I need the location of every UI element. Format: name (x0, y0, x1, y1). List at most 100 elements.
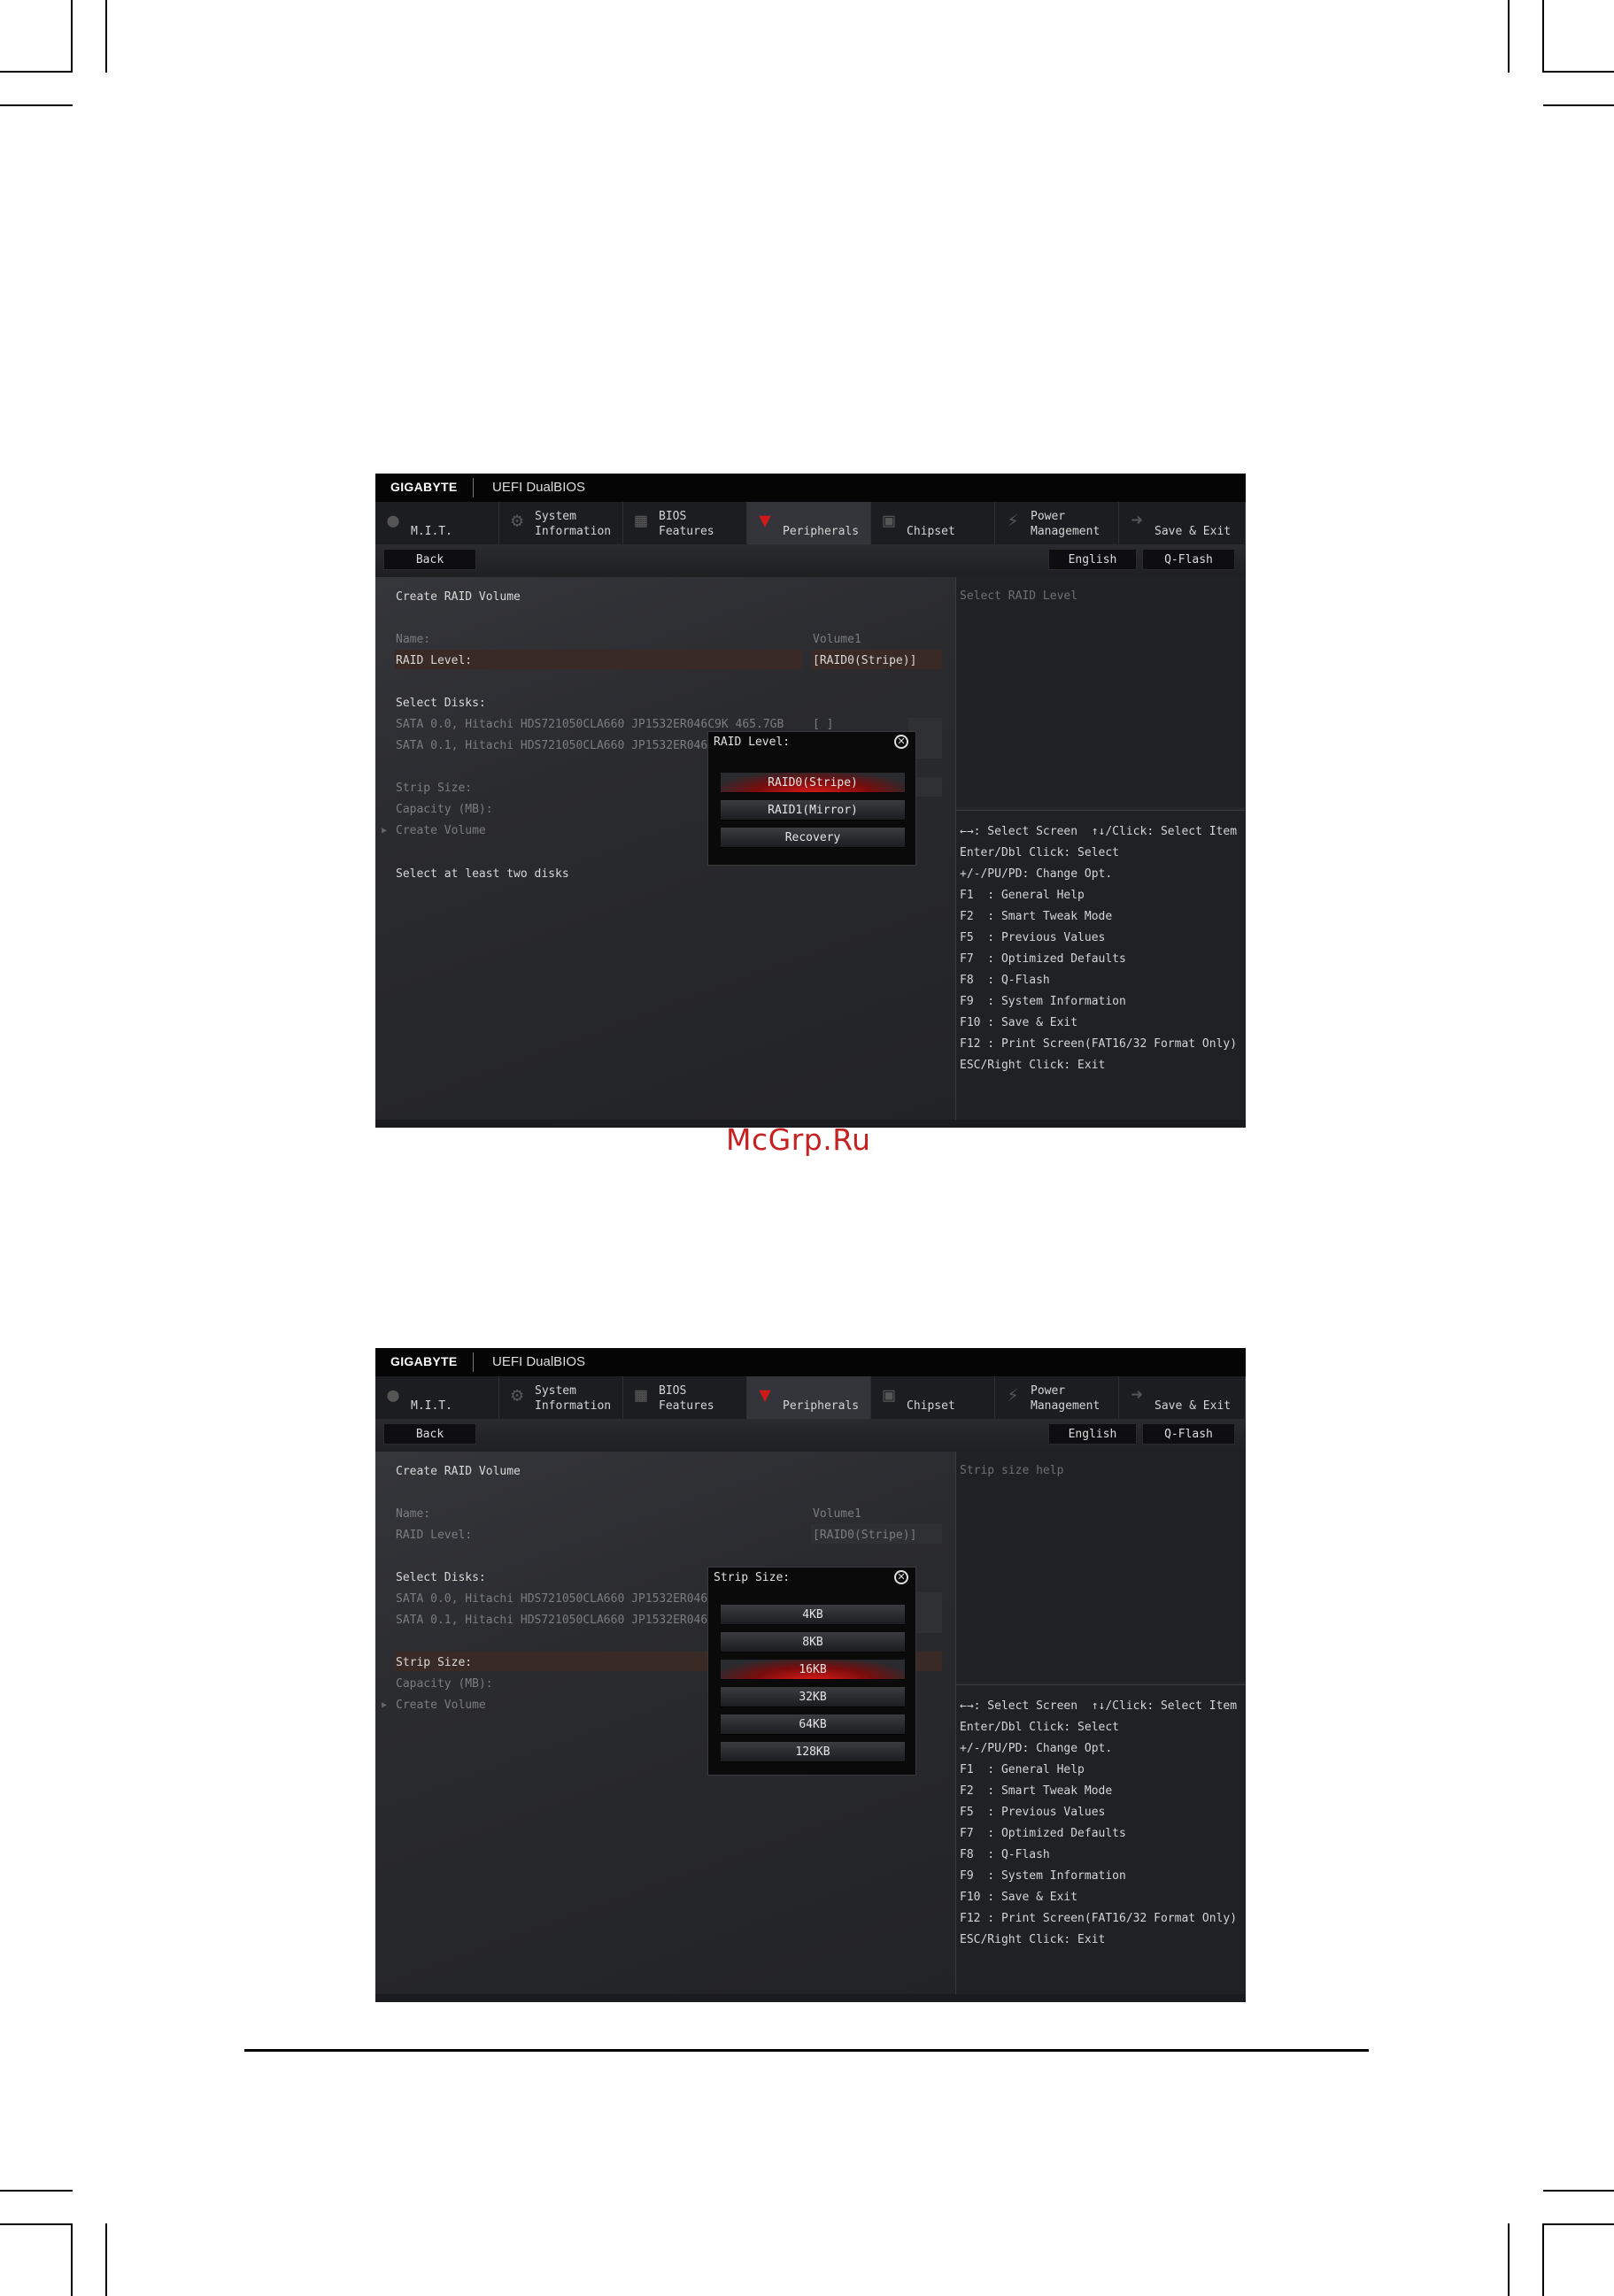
tab-save-exit[interactable]: ➜ Save & Exit (1119, 1376, 1246, 1419)
tab-mit[interactable]: ● M.I.T. (375, 1376, 499, 1419)
crop-mark (1543, 104, 1614, 106)
disk-0-checkbox[interactable]: [ ] (813, 718, 833, 731)
capacity-label: Capacity (MB): (396, 803, 493, 816)
key-line: F9 : System Information (960, 1869, 1126, 1883)
disk-0-label[interactable]: SATA 0.0, Hitachi HDS721050CLA660 JP1532… (396, 1592, 707, 1606)
key-line: F9 : System Information (960, 995, 1126, 1008)
peripherals-icon: ▼ (759, 510, 771, 532)
option-recovery[interactable]: Recovery (721, 828, 905, 848)
tab-bios-features[interactable]: ▦ BIOS Features (623, 1376, 747, 1419)
back-button[interactable]: Back (383, 1423, 476, 1445)
qflash-button[interactable]: Q-Flash (1142, 1423, 1235, 1445)
option-128kb[interactable]: 128KB (721, 1742, 905, 1762)
create-volume-item[interactable]: Create Volume (396, 1699, 486, 1712)
tab-power-management[interactable]: ⚡ Power Management (995, 1376, 1119, 1419)
disk-1-label[interactable]: SATA 0.1, Hitachi HDS721050CLA660 JP1532… (396, 1614, 722, 1627)
tab-peripherals[interactable]: ▼ Peripherals (747, 1376, 871, 1419)
crop-mark (0, 2190, 73, 2192)
tab-label: Chipset (907, 525, 955, 538)
key-line: Enter/Dbl Click: Select (960, 846, 1120, 859)
language-button[interactable]: English (1048, 549, 1137, 570)
option-64kb[interactable]: 64KB (721, 1714, 905, 1735)
disk-1-label[interactable]: SATA 0.1, Hitachi HDS721050CLA660 JP1532… (396, 739, 722, 752)
tab-chipset[interactable]: ▣ Chipset (871, 502, 995, 544)
tab-system-information[interactable]: ⚙ System Information (499, 1376, 623, 1419)
key-line: F10 : Save & Exit (960, 1891, 1078, 1904)
chipset-icon: ▣ (883, 510, 895, 532)
gear-icon: ⚙ (511, 1384, 523, 1406)
tab-label: Chipset (907, 1399, 955, 1413)
key-line: ←→: Select Screen ↑↓/Click: Select Item (960, 1699, 1238, 1713)
strip-size-label[interactable]: Strip Size: (396, 782, 472, 795)
raid-level-label[interactable]: RAID Level: (396, 1529, 472, 1542)
tab-chipset[interactable]: ▣ Chipset (871, 1376, 995, 1419)
tab-label: Power Management (1031, 510, 1100, 538)
close-icon[interactable]: ✕ (894, 1570, 908, 1584)
strip-size-popup: Strip Size: ✕ 4KB 8KB 16KB 32KB 64KB 128… (707, 1567, 916, 1776)
crop-mark (1543, 71, 1614, 73)
tab-label: System Information (535, 510, 612, 538)
expand-arrow-icon: ▶ (382, 826, 388, 836)
disk-0-label[interactable]: SATA 0.0, Hitachi HDS721050CLA660 JP1532… (396, 718, 784, 731)
back-button[interactable]: Back (383, 549, 476, 570)
key-line: F7 : Optimized Defaults (960, 952, 1126, 966)
name-value[interactable]: Volume1 (813, 1507, 861, 1521)
close-icon[interactable]: ✕ (894, 735, 908, 749)
page-title: Create RAID Volume (396, 1465, 521, 1478)
tab-label: Save & Exit (1155, 1399, 1232, 1413)
page-rule (244, 2049, 1369, 2052)
crop-mark (0, 2223, 73, 2225)
tab-peripherals[interactable]: ▼ Peripherals (747, 502, 871, 544)
tab-label: System Information (535, 1384, 612, 1413)
select-disks-label: Select Disks: (396, 697, 486, 710)
tab-label: Save & Exit (1155, 525, 1232, 538)
bios-features-icon: ▦ (635, 510, 647, 532)
title-separator (473, 478, 474, 497)
key-legend: ←→: Select Screen ↑↓/Click: Select Item … (956, 810, 1246, 1121)
tab-label: Peripherals (783, 525, 860, 538)
tab-label: BIOS Features (659, 1384, 714, 1413)
crop-mark (1508, 0, 1510, 73)
key-line: ESC/Right Click: Exit (960, 1059, 1106, 1072)
option-raid1[interactable]: RAID1(Mirror) (721, 800, 905, 821)
key-line: +/-/PU/PD: Change Opt. (960, 1742, 1113, 1755)
mit-icon: ● (387, 510, 399, 532)
crop-mark (1542, 0, 1544, 73)
name-value[interactable]: Volume1 (813, 633, 861, 646)
option-raid0[interactable]: RAID0(Stripe) (721, 773, 905, 793)
key-line: Enter/Dbl Click: Select (960, 1721, 1120, 1734)
option-8kb[interactable]: 8KB (721, 1632, 905, 1653)
crop-mark (0, 71, 73, 73)
crop-mark (71, 0, 73, 73)
crop-mark (0, 104, 73, 106)
product-name: UEFI DualBIOS (492, 480, 586, 495)
tab-save-exit[interactable]: ➜ Save & Exit (1119, 502, 1246, 544)
language-button[interactable]: English (1048, 1423, 1137, 1445)
create-volume-item[interactable]: Create Volume (396, 824, 486, 837)
key-line: F1 : General Help (960, 889, 1085, 902)
crop-mark (1543, 2190, 1614, 2192)
crop-mark (105, 0, 107, 73)
option-16kb[interactable]: 16KB (721, 1660, 905, 1680)
tab-power-management[interactable]: ⚡ Power Management (995, 502, 1119, 544)
option-4kb[interactable]: 4KB (721, 1605, 905, 1625)
key-line: F12 : Print Screen(FAT16/32 Format Only) (960, 1912, 1238, 1925)
raid-level-label[interactable]: RAID Level: (396, 654, 472, 667)
key-line: F12 : Print Screen(FAT16/32 Format Only) (960, 1037, 1238, 1051)
tab-system-information[interactable]: ⚙ System Information (499, 502, 623, 544)
gear-icon: ⚙ (511, 510, 523, 532)
qflash-button[interactable]: Q-Flash (1142, 549, 1235, 570)
key-legend: ←→: Select Screen ↑↓/Click: Select Item … (956, 1684, 1246, 1995)
name-label: Name: (396, 633, 431, 646)
select-disks-label: Select Disks: (396, 1571, 486, 1584)
toolbar: Back English Q-Flash (375, 544, 1246, 577)
key-line: +/-/PU/PD: Change Opt. (960, 867, 1113, 881)
key-line: F8 : Q-Flash (960, 1848, 1050, 1861)
crop-mark (71, 2223, 73, 2296)
tab-bios-features[interactable]: ▦ BIOS Features (623, 502, 747, 544)
tab-mit[interactable]: ● M.I.T. (375, 502, 499, 544)
tab-label: BIOS Features (659, 510, 714, 538)
strip-size-label[interactable]: Strip Size: (396, 1656, 472, 1669)
title-separator (473, 1352, 474, 1372)
option-32kb[interactable]: 32KB (721, 1687, 905, 1707)
